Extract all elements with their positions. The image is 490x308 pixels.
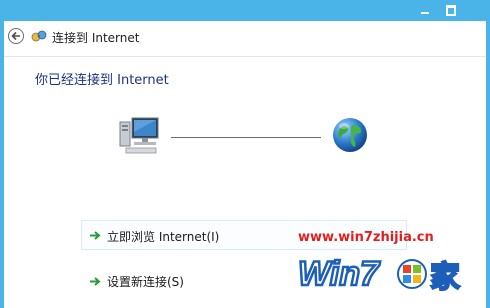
network-connection-icon — [31, 30, 47, 42]
browse-internet-label: 立即浏览 Internet(I) — [107, 230, 220, 244]
setup-new-connection-label: 设置新连接(S) — [107, 275, 184, 289]
maximize-icon — [446, 5, 456, 16]
minimize-icon — [421, 12, 429, 14]
computer-icon — [119, 117, 159, 154]
back-arrow-icon — [11, 31, 20, 41]
minimize-button[interactable] — [411, 0, 439, 21]
green-arrow-icon — [90, 277, 101, 286]
maximize-button[interactable] — [436, 0, 464, 21]
dialog-header: 连接到 Internet — [4, 21, 486, 57]
back-button[interactable] — [8, 28, 24, 44]
page-heading: 你已经连接到 Internet — [35, 73, 169, 88]
connection-line — [171, 137, 321, 138]
svg-text:Win7: Win7 — [298, 255, 381, 293]
watermark-url: www.win7zhijia.cn — [298, 230, 434, 245]
header-divider — [4, 56, 486, 57]
window-frame-right — [486, 21, 490, 308]
dialog-title: 连接到 Internet — [52, 31, 140, 45]
svg-text:家: 家 — [430, 260, 460, 295]
window-titlebar[interactable] — [0, 0, 490, 21]
globe-icon — [333, 118, 367, 152]
green-arrow-icon — [90, 231, 101, 240]
win7-logo-watermark: Win7 家 — [297, 254, 461, 296]
